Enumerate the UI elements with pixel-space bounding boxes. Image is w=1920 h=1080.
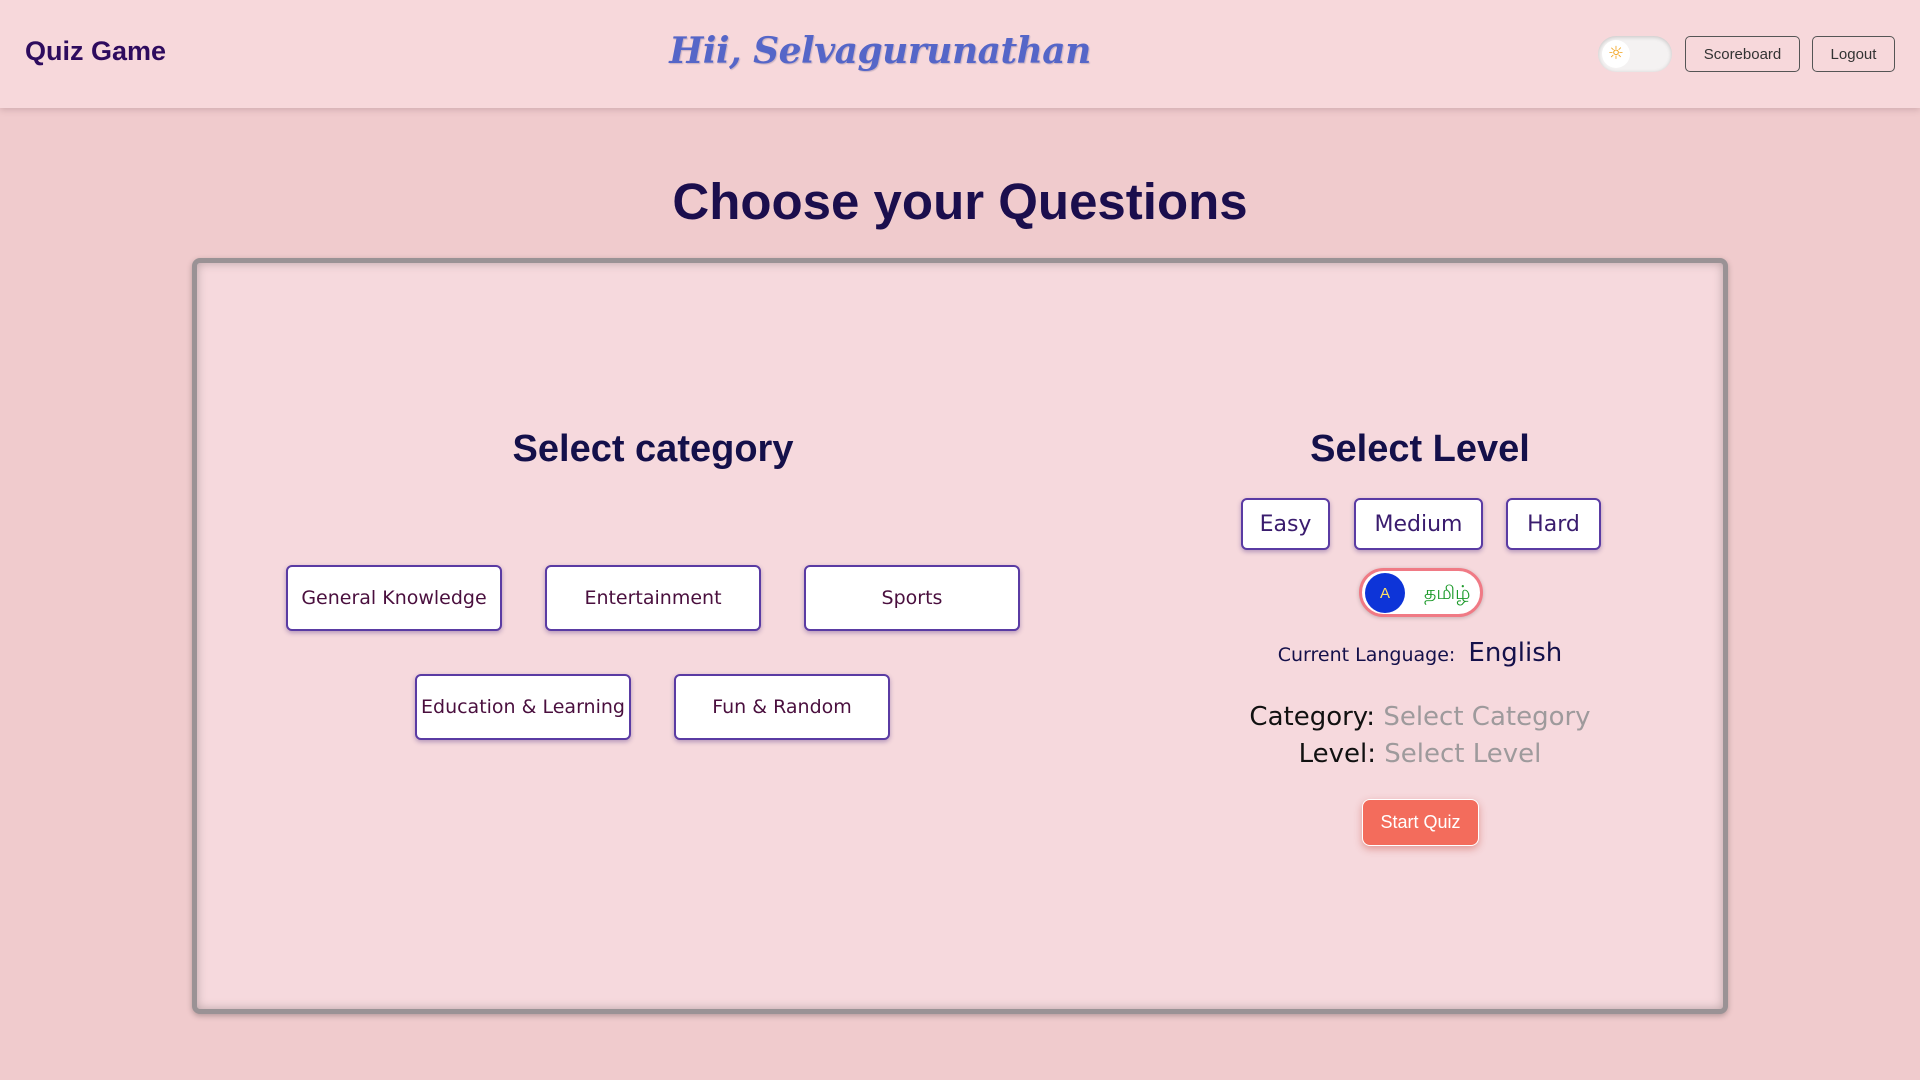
page-title: Choose your Questions — [672, 173, 1248, 230]
selected-category-label: Category: — [1249, 702, 1376, 732]
logout-button[interactable]: Logout — [1812, 36, 1895, 72]
level-section-title: Select Level — [1310, 428, 1530, 470]
level-medium-button[interactable]: Medium — [1354, 498, 1483, 550]
selected-level-label: Level: — [1298, 739, 1376, 769]
category-entertainment-button[interactable]: Entertainment — [545, 565, 761, 631]
selected-level: Level: Select Level — [1170, 739, 1670, 769]
start-quiz-button[interactable]: Start Quiz — [1362, 799, 1479, 846]
scoreboard-button[interactable]: Scoreboard — [1685, 36, 1800, 72]
top-navbar: Quiz Game Hii, Selvagurunathan ☼ Scorebo… — [0, 0, 1920, 108]
category-general-knowledge-button[interactable]: General Knowledge — [286, 565, 502, 631]
current-language-label: Current Language: — [1277, 644, 1456, 666]
sun-icon: ☼ — [1602, 40, 1630, 68]
selected-category-value: Select Category — [1383, 702, 1591, 732]
current-language: Current Language: English — [1170, 638, 1670, 668]
category-sports-button[interactable]: Sports — [804, 565, 1020, 631]
quiz-setup-panel — [192, 258, 1728, 1014]
category-fun-random-button[interactable]: Fun & Random — [674, 674, 890, 740]
category-education-button[interactable]: Education & Learning — [415, 674, 631, 740]
level-easy-button[interactable]: Easy — [1241, 498, 1330, 550]
selected-category: Category: Select Category — [1170, 702, 1670, 732]
language-toggle-tamil-label: தமிழ் — [1424, 582, 1471, 604]
selected-level-value: Select Level — [1384, 739, 1542, 769]
level-hard-button[interactable]: Hard — [1506, 498, 1601, 550]
user-greeting: Hii, Selvagurunathan — [669, 30, 1091, 72]
language-toggle[interactable]: A தமிழ் — [1359, 568, 1483, 617]
language-toggle-knob: A — [1365, 573, 1405, 613]
category-section-title: Select category — [512, 428, 794, 470]
theme-toggle[interactable]: ☼ — [1598, 36, 1672, 72]
current-language-value: English — [1468, 638, 1563, 668]
